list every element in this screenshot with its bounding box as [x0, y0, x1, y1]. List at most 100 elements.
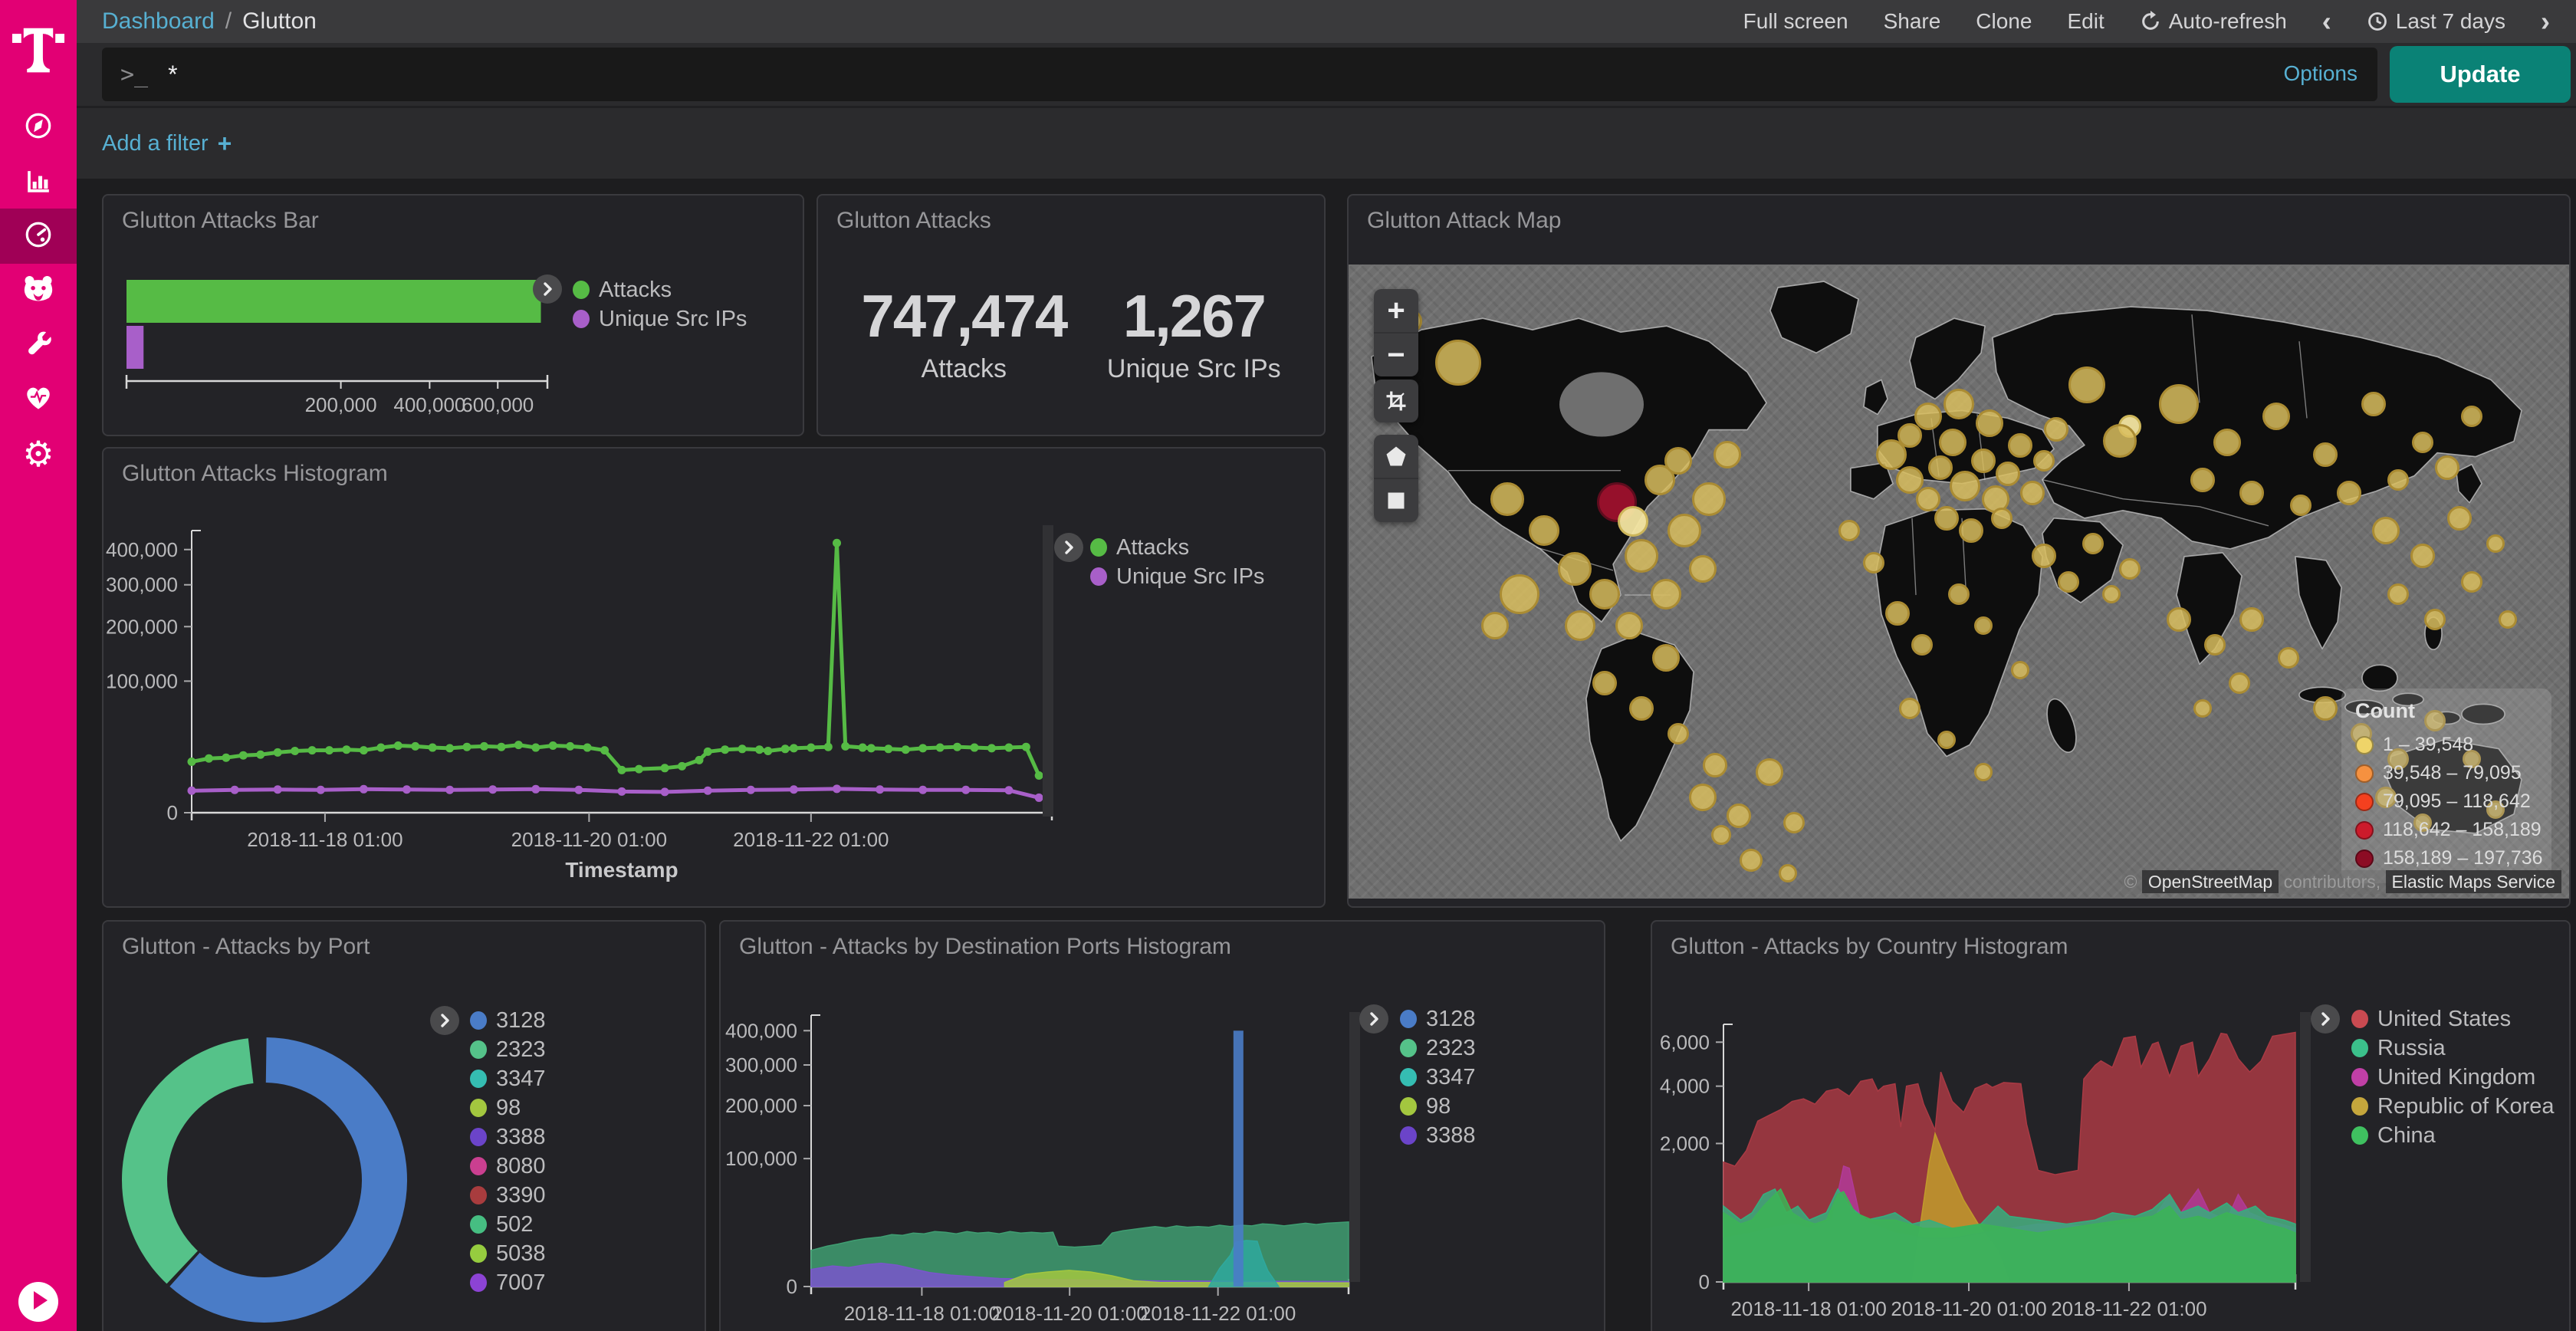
- legend-item-8080[interactable]: 8080: [470, 1152, 546, 1181]
- time-range-button[interactable]: Last 7 days: [2367, 9, 2505, 34]
- openstreetmap-link[interactable]: OpenStreetMap: [2142, 870, 2279, 893]
- attack-bubble[interactable]: [2229, 672, 2250, 694]
- attack-bubble[interactable]: [2461, 571, 2482, 593]
- legend-scrollbar[interactable]: [2300, 1012, 2311, 1282]
- attack-bubble[interactable]: [2167, 607, 2191, 632]
- attack-bubble[interactable]: [1959, 518, 1983, 543]
- sidebar-item-discover[interactable]: [0, 100, 77, 155]
- attack-bubble[interactable]: [2032, 544, 2056, 568]
- draw-rectangle-button[interactable]: [1374, 479, 1418, 522]
- legend-item-98[interactable]: 98: [1400, 1092, 1476, 1121]
- attack-bubble[interactable]: [2262, 403, 2290, 430]
- attack-bubble[interactable]: [2193, 699, 2212, 718]
- attack-bubble[interactable]: [1863, 552, 1884, 573]
- legend-item-3388[interactable]: 3388: [470, 1122, 546, 1152]
- attack-bubble[interactable]: [1944, 389, 1974, 419]
- attack-bubble[interactable]: [1589, 579, 1620, 610]
- attack-bubble[interactable]: [1629, 696, 1654, 721]
- legend-toggle-arrow[interactable]: [2311, 1004, 2340, 1034]
- attack-bubble[interactable]: [2447, 506, 2472, 531]
- legend-item-502[interactable]: 502: [470, 1210, 546, 1239]
- nav-item-share[interactable]: Share: [1884, 9, 1941, 34]
- legend-scrollbar[interactable]: [1349, 1012, 1360, 1282]
- query-options-link[interactable]: Options: [2284, 61, 2358, 86]
- legend-toggle-arrow[interactable]: [430, 1006, 459, 1035]
- attack-bubble[interactable]: [2278, 647, 2299, 669]
- attack-bubble[interactable]: [1500, 574, 1539, 614]
- attack-bubble[interactable]: [1928, 455, 1953, 480]
- attack-bubble[interactable]: [2313, 442, 2338, 467]
- bar-unique-src-ips[interactable]: [127, 326, 143, 369]
- attack-bubble[interactable]: [1651, 579, 1681, 610]
- legend-item-3390[interactable]: 3390: [470, 1181, 546, 1210]
- attack-bubble[interactable]: [2361, 392, 2386, 416]
- draw-polygon-button[interactable]: [1374, 435, 1418, 479]
- breadcrumb-dashboard-link[interactable]: Dashboard: [102, 8, 215, 35]
- legend-item-unique-src-ips[interactable]: Unique Src IPs: [1090, 562, 1264, 591]
- attack-bubble[interactable]: [2239, 481, 2264, 505]
- world-map[interactable]: + − Count 1 – 39,54839,548 – 79,09579,09…: [1349, 265, 2569, 899]
- line-series-attacks[interactable]: [192, 543, 1039, 775]
- attack-bubble[interactable]: [2102, 585, 2121, 603]
- attack-bubble[interactable]: [1490, 482, 1524, 516]
- attack-bubble[interactable]: [1783, 812, 1805, 833]
- attack-bubble[interactable]: [1898, 423, 1922, 448]
- legend-item-unique-src-ips[interactable]: Unique Src IPs: [573, 304, 747, 334]
- attack-bubble[interactable]: [1664, 447, 1692, 475]
- attack-bubble[interactable]: [2387, 469, 2409, 491]
- attack-bubble[interactable]: [2011, 661, 2029, 679]
- attack-bubble[interactable]: [1615, 612, 1643, 639]
- attack-bubble[interactable]: [1911, 634, 1933, 656]
- attack-bubble[interactable]: [1976, 409, 2003, 437]
- attack-bubble[interactable]: [2387, 583, 2409, 605]
- legend-item-attacks[interactable]: Attacks: [1090, 533, 1264, 562]
- attack-bubble[interactable]: [2372, 517, 2400, 544]
- sidebar-item-monitoring[interactable]: [0, 371, 77, 426]
- attack-bubble[interactable]: [2461, 406, 2482, 427]
- time-back-button[interactable]: ‹: [2322, 5, 2331, 38]
- nav-item-clone[interactable]: Clone: [1976, 9, 2032, 34]
- legend-item-united-kingdom[interactable]: United Kingdom: [2351, 1063, 2555, 1092]
- legend-item-7007[interactable]: 7007: [470, 1268, 546, 1297]
- attack-bubble[interactable]: [2424, 609, 2446, 630]
- attack-bubble[interactable]: [1996, 462, 2020, 486]
- attack-bubble[interactable]: [1529, 515, 1559, 546]
- attack-bubble[interactable]: [1668, 723, 1689, 744]
- attack-bubble[interactable]: [1668, 514, 1701, 547]
- add-filter-link[interactable]: Add a filter+: [77, 130, 232, 158]
- attack-bubble[interactable]: [1692, 482, 1726, 516]
- fit-data-bounds-button[interactable]: [1374, 380, 1418, 422]
- attack-bubble[interactable]: [2008, 433, 2032, 458]
- legend-item-3347[interactable]: 3347: [1400, 1063, 1476, 1092]
- attack-bubble[interactable]: [1937, 731, 1956, 749]
- attack-bubble[interactable]: [2239, 607, 2264, 632]
- attack-bubble[interactable]: [2435, 455, 2459, 480]
- attack-bubble[interactable]: [1974, 616, 1993, 635]
- zoom-out-button[interactable]: −: [1374, 334, 1418, 376]
- attack-bubble[interactable]: [1625, 539, 1658, 573]
- legend-item-united-states[interactable]: United States: [2351, 1004, 2555, 1034]
- time-forward-button[interactable]: ›: [2541, 5, 2550, 38]
- attack-bubble[interactable]: [1740, 849, 1763, 872]
- attack-bubble[interactable]: [2337, 481, 2361, 505]
- attack-bubble[interactable]: [2159, 384, 2199, 424]
- legend-item-republic-of-korea[interactable]: Republic of Korea: [2351, 1092, 2555, 1121]
- legend-toggle-arrow[interactable]: [1359, 1004, 1388, 1034]
- auto-refresh-button[interactable]: Auto-refresh: [2140, 9, 2287, 34]
- attack-bubble[interactable]: [2082, 533, 2104, 554]
- legend-item-2323[interactable]: 2323: [470, 1035, 546, 1064]
- legend-item-3388[interactable]: 3388: [1400, 1121, 1476, 1150]
- attack-bubble[interactable]: [2204, 634, 2226, 656]
- bar-attacks[interactable]: [127, 280, 540, 323]
- legend-item-china[interactable]: China: [2351, 1121, 2555, 1150]
- attack-bubble[interactable]: [1714, 441, 1741, 468]
- update-button[interactable]: Update: [2390, 46, 2571, 103]
- attack-bubble[interactable]: [2410, 544, 2435, 568]
- donut-slice-2323[interactable]: [122, 1038, 253, 1283]
- legend-scrollbar[interactable]: [1043, 525, 1053, 817]
- attack-bubble[interactable]: [2119, 558, 2141, 580]
- attack-bubble[interactable]: [2290, 495, 2312, 516]
- attack-bubble[interactable]: [1481, 612, 1509, 639]
- attack-bubble[interactable]: [2499, 610, 2517, 629]
- attack-bubble[interactable]: [1592, 671, 1617, 695]
